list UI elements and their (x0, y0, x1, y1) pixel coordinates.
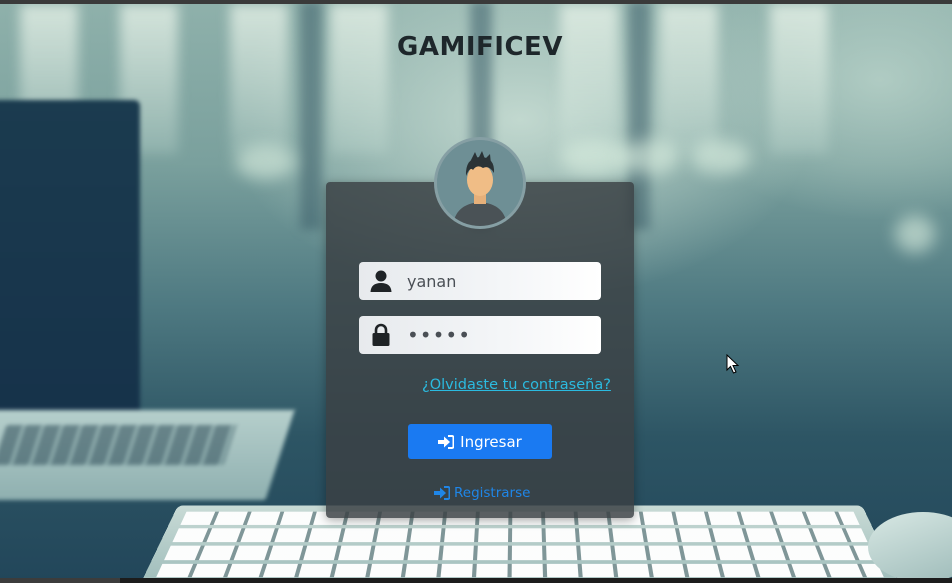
register-link-label: Registrarse (454, 485, 530, 501)
mouse-cursor-icon (726, 354, 740, 374)
username-field[interactable] (359, 262, 601, 300)
register-link[interactable]: Registrarse (434, 485, 530, 501)
sign-in-icon (434, 486, 450, 500)
forgot-password-link[interactable]: ¿Olvidaste tu contraseña? (422, 377, 611, 393)
username-input[interactable] (407, 262, 592, 300)
page-title: GAMIFICEV (0, 32, 952, 62)
password-input[interactable] (407, 316, 592, 354)
user-avatar-icon (434, 137, 526, 229)
window-top-border (0, 0, 952, 4)
window-bottom-border (0, 578, 952, 583)
login-button[interactable]: Ingresar (408, 424, 552, 459)
sign-in-icon (438, 435, 454, 449)
user-icon (369, 269, 393, 293)
login-screen: GAMIFICEV ¿Olvidaste tu contraseña? (0, 0, 952, 583)
login-button-label: Ingresar (460, 433, 522, 451)
password-field[interactable] (359, 316, 601, 354)
lock-icon (369, 323, 393, 347)
